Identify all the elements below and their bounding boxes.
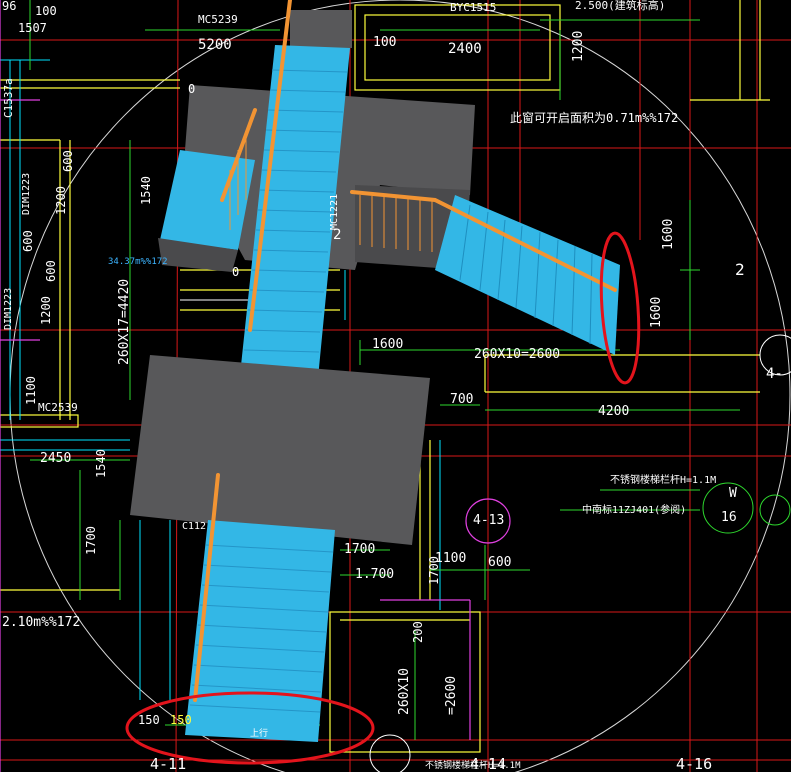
axis-label-4-13: 4-13 [473,513,505,528]
dim-1200-b: 1200 [39,296,53,325]
axis-label-w: W [729,486,737,501]
text-elev-2500: 2.500(建筑标高) [575,0,666,12]
text-slope-071: 此窗可开启面积为0.71m%%172 [510,111,679,125]
text-byc1515: BYC1515 [450,1,497,14]
dim-600-c: 600 [44,260,58,282]
axis-label-4-11: 4-11 [150,755,187,772]
text-mc2539: MC2539 [38,401,78,414]
dim-100: 100 [373,35,397,50]
dim-1700-mid: 1700 [344,542,376,557]
text-96: 96 [2,0,17,13]
text-up: 上行 [250,729,269,739]
text-footer-note: 不锈钢楼梯栏杆H=1.1M [425,761,521,771]
text-100: 100 [35,4,57,18]
right-flight [435,195,620,355]
dim-700: 700 [450,392,474,407]
text-mc1221: MC1221 [329,193,340,230]
text-0b: 0 [232,265,240,279]
dim-1540-b: 1540 [94,449,108,478]
dim-200: 200 [411,621,425,643]
dim-2450: 2450 [40,451,72,466]
dim-1540-a: 1540 [139,176,153,205]
dim-1100: 1100 [24,376,38,405]
dim-600-a: 600 [61,150,75,172]
cad-viewport[interactable]: 96 100 1507 MC5239 5200 100 2400 1200 BY… [0,0,791,772]
top-landing [290,10,352,48]
text-slope-210: 2.10m%%172 [2,615,81,630]
dim-260x17: 260X17=4420 [117,278,132,365]
text-right-2: 2 [735,260,745,279]
axis-label-16: 16 [721,510,737,525]
dim-1700-v: 1700 [427,556,441,585]
dim-5200: 5200 [198,37,232,53]
dim-150-b: 150 [170,713,192,727]
text-right-2b: 2 [333,227,342,243]
left-flight [160,150,255,250]
text-0: 0 [188,82,196,96]
text-elev-3437: 34.37m%%172 [108,257,168,267]
dim-1700-left: 1700 [84,526,98,555]
dim-260x10: 260X10=2600 [474,347,561,362]
dim-4200: 4200 [598,404,630,419]
text-stair-note: 中南标11ZJ401(参阅) [582,505,687,516]
dim-1200-a: 1200 [54,186,68,215]
axis-label-4-right: 4- [766,366,783,382]
text-c112: C112 [182,521,207,532]
text-rail-note: 不锈钢楼梯栏杆H=1.1M [610,475,717,486]
axis-label-4-16: 4-16 [676,755,713,772]
dim-1200-top: 1200 [571,30,586,62]
text-c1537a: C1537a [2,78,15,118]
dim-600-d: 600 [488,555,512,570]
dim-1600-mid: 1600 [372,337,404,352]
dim-1600-r2: 1600 [649,296,664,328]
text-mc5239: MC5239 [198,13,238,26]
text-dim1223-a: DIM1223 [21,172,32,215]
dim-1600-r1: 1600 [661,218,676,250]
text-1507: 1507 [18,21,47,35]
dim-2400: 2400 [448,41,482,57]
middle-landing [130,355,430,545]
dim-2600-v: =2600 [444,675,459,715]
text-elev-1700: 1.700 [355,567,395,582]
dim-150-a: 150 [138,713,160,727]
text-dim1223-b: DIM1223 [3,287,14,330]
dim-600-b: 600 [21,230,35,252]
dim-260x10-v: 260X10 [397,668,412,715]
